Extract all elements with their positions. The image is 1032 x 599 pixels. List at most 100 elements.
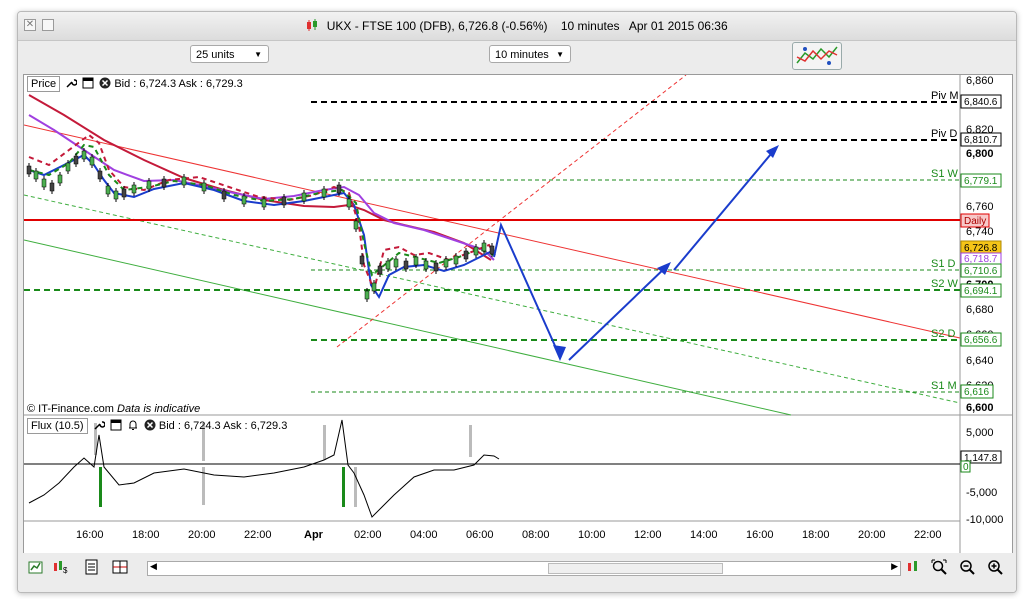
x-tick: 18:00 [132, 529, 160, 541]
candle-body [57, 174, 63, 184]
x-tick: Apr [304, 529, 324, 541]
x-axis: 16:00 18:00 20:00 22:00 Apr 02:00 04:00 … [76, 529, 942, 541]
candle-body [201, 182, 207, 192]
units-select[interactable]: 25 units ▼ [190, 45, 269, 63]
candle-body [481, 242, 487, 252]
x-tick: 08:00 [522, 529, 550, 541]
bell-icon[interactable] [127, 419, 139, 431]
candle-body [377, 265, 383, 275]
candle-body [105, 185, 111, 195]
candle-body [403, 260, 409, 270]
candle-body [346, 198, 352, 208]
chart-area[interactable]: 6,860 6,820 6,800 6,760 6,740 6,700 6,68… [23, 74, 1013, 554]
ma-value: 6,718.7 [964, 254, 998, 265]
x-tick: 18:00 [802, 529, 830, 541]
y-tick: -10,000 [966, 514, 1003, 526]
instrument-price: 6,726.8 [458, 19, 499, 33]
candle-body [131, 184, 137, 194]
candle-body [433, 262, 439, 272]
chart-canvas[interactable]: 6,860 6,820 6,800 6,760 6,740 6,700 6,68… [24, 75, 1012, 553]
x-tick: 20:00 [858, 529, 886, 541]
notes-icon[interactable] [84, 559, 100, 575]
candle-body [97, 170, 103, 180]
candle-body [281, 196, 287, 206]
x-tick: 22:00 [914, 529, 942, 541]
x-tick: 02:00 [354, 529, 382, 541]
layout-icon[interactable] [112, 559, 128, 575]
level-labels: Piv M Piv D S1 W S1 D S2 W S2 D S1 M [931, 90, 959, 392]
x-tick: 16:00 [76, 529, 104, 541]
candle-body [473, 246, 479, 256]
level-value-boxes: 6,840.6 6,810.7 6,779.1 Daily 6,726.8 6,… [960, 94, 1002, 399]
units-select-value: 25 units [196, 49, 235, 61]
arrow-head-icon [553, 345, 566, 361]
zoom-out-icon[interactable] [959, 559, 975, 575]
window-title: UKX - FTSE 100 (DFB), 6,726.8 (-0.56%) 1… [18, 19, 1016, 33]
arrow-head-icon [766, 145, 779, 158]
svg-text:$: $ [63, 566, 68, 575]
trend-line-red-dashed [336, 75, 687, 348]
instrument-name: UKX - FTSE 100 (DFB) [326, 19, 452, 33]
indicators-icon[interactable]: $ [52, 559, 68, 575]
chart-window: ✕ UKX - FTSE 100 (DFB), 6,726.8 (-0.56%)… [17, 11, 1017, 593]
window-icon[interactable] [82, 77, 94, 89]
flux-panel-header: Flux (10.5) Bid : 6,724.3 Ask : 6,729.3 [27, 418, 287, 434]
x-tick: 04:00 [410, 529, 438, 541]
reset-zoom-icon[interactable] [906, 559, 922, 575]
candle-body [385, 260, 391, 270]
level-name: S1 W [931, 168, 959, 180]
zoom-in-icon[interactable] [987, 559, 1003, 575]
y-tick: 6,640 [966, 355, 994, 367]
price-panel-label[interactable]: Price [27, 76, 61, 92]
level-value: 6,656.6 [964, 335, 998, 346]
x-tick: 10:00 [578, 529, 606, 541]
level-value: 6,840.6 [964, 97, 998, 108]
y-tick: 6,760 [966, 201, 994, 213]
candle-body [26, 165, 32, 175]
level-name: S2 W [931, 278, 959, 290]
watermark-text: © IT-Finance.com [27, 403, 114, 415]
interval-select[interactable]: 10 minutes ▼ [489, 45, 571, 63]
close-circle-icon[interactable] [144, 419, 156, 431]
horizontal-scrollbar[interactable]: ◀ ▶ [147, 561, 901, 576]
instrument-change: (-0.56%) [501, 19, 548, 33]
forecast-arrow-up-2 [673, 147, 777, 271]
candle-body [353, 220, 359, 230]
candle-body [371, 282, 377, 292]
scroll-right-icon[interactable]: ▶ [891, 561, 898, 572]
x-tick: 22:00 [244, 529, 272, 541]
candle-body [241, 195, 247, 205]
price-drawings [24, 75, 961, 416]
drawing-tools-icon[interactable] [792, 42, 842, 70]
candle-body [113, 190, 119, 200]
title-bar: ✕ UKX - FTSE 100 (DFB), 6,726.8 (-0.56%)… [18, 12, 1016, 41]
chevron-down-icon: ▼ [254, 50, 262, 59]
y-tick: 5,000 [966, 427, 994, 439]
current-price: 6,726.8 [964, 243, 998, 254]
level-value: 6,779.1 [964, 176, 998, 187]
trend-line-red [24, 124, 961, 339]
zoom-fit-icon[interactable] [931, 559, 947, 575]
window-icon[interactable] [110, 419, 122, 431]
candle-body [65, 162, 71, 172]
wrench-icon[interactable] [65, 77, 78, 89]
close-circle-icon[interactable] [99, 77, 111, 89]
chart-type-icon[interactable] [28, 559, 44, 575]
candle-body [443, 258, 449, 268]
flux-panel-label[interactable]: Flux (10.5) [27, 418, 88, 434]
candle-body [393, 258, 399, 268]
candle-body [489, 245, 495, 255]
price-quote: Bid : 6,724.3 Ask : 6,729.3 [114, 78, 243, 90]
scroll-left-icon[interactable]: ◀ [150, 561, 157, 572]
wrench-icon[interactable] [93, 419, 105, 431]
level-value: 6,616 [964, 387, 989, 398]
y-tick: 6,800 [966, 148, 994, 160]
level-name: S1 M [931, 380, 957, 392]
instrument-interval: 10 minutes [560, 19, 620, 33]
scroll-thumb[interactable] [548, 563, 723, 574]
candle-body [49, 182, 55, 192]
level-name: Piv M [931, 90, 959, 102]
x-tick: 16:00 [746, 529, 774, 541]
watermark: © IT-Finance.com Data is indicative [27, 403, 200, 415]
candle-body [41, 178, 47, 188]
